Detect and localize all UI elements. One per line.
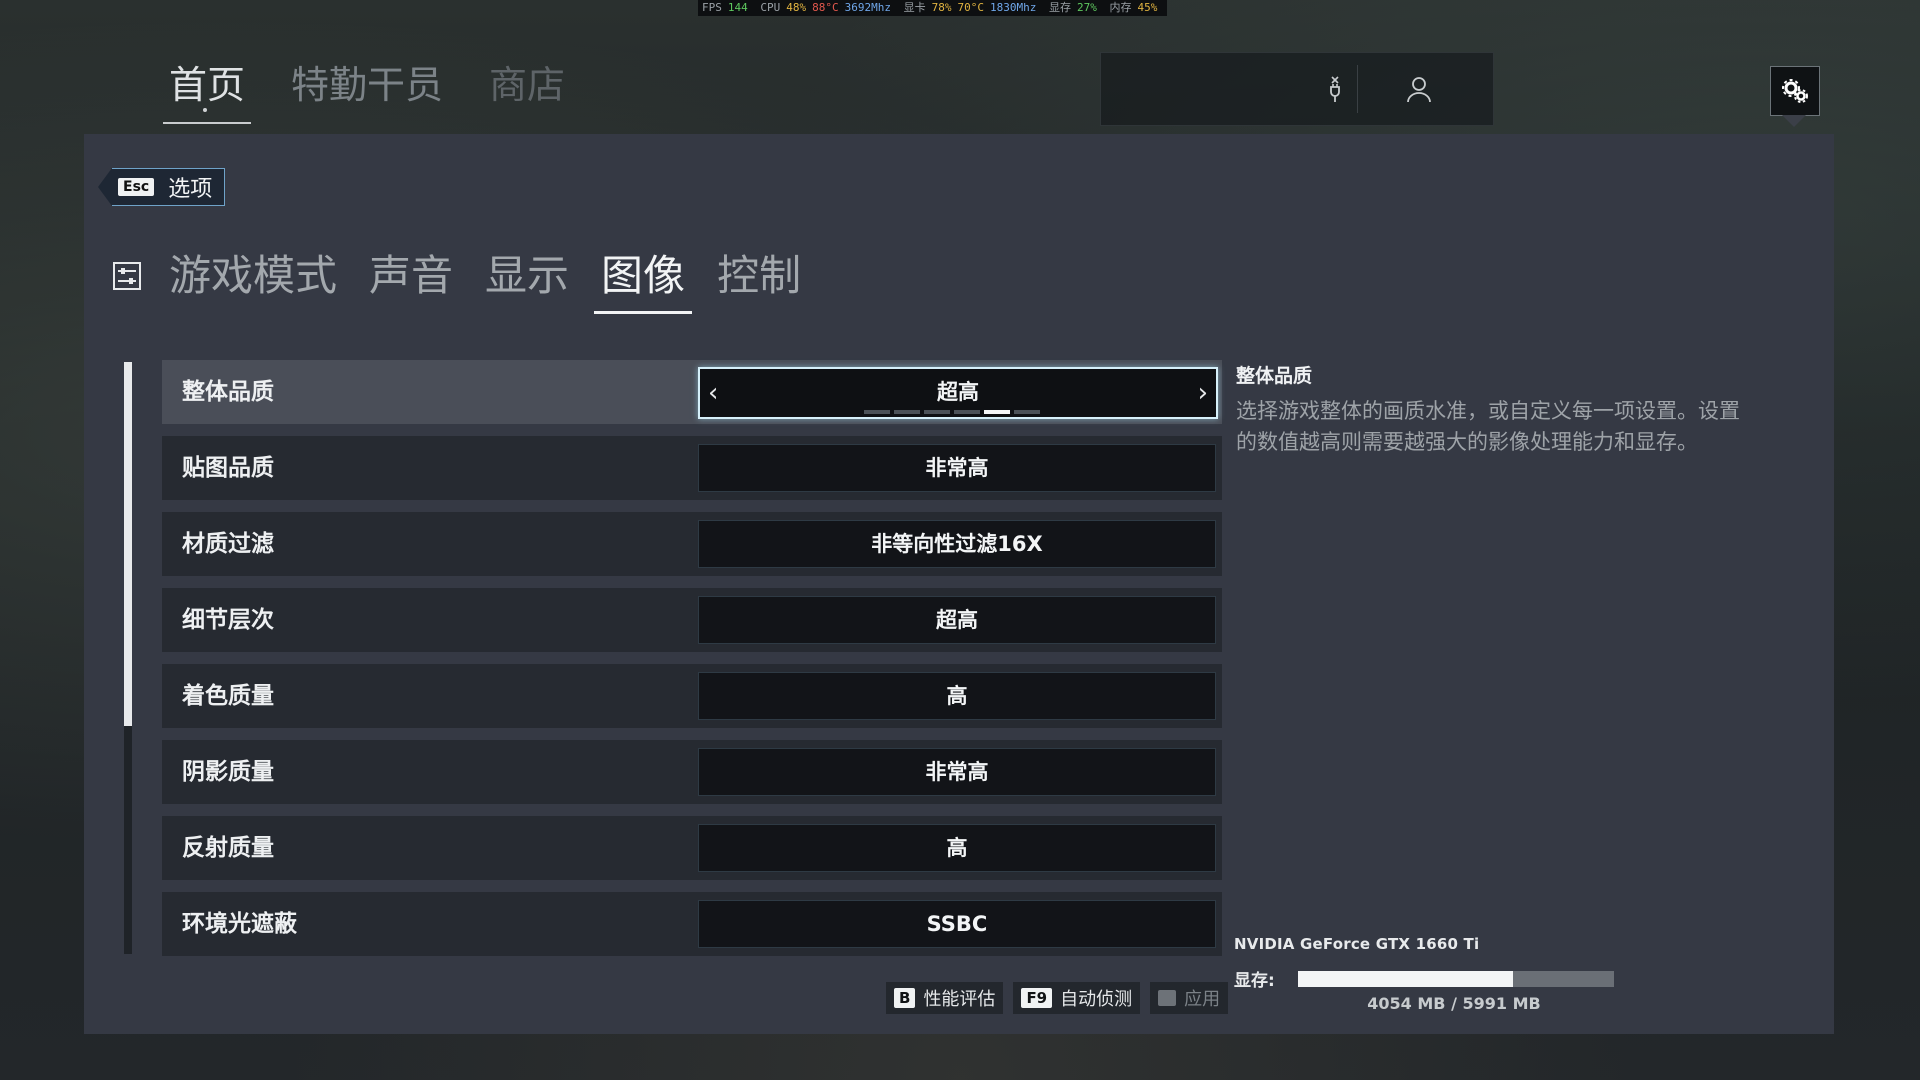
esc-key: Esc (118, 178, 155, 196)
auto-detect-label: 自动侦测 (1060, 989, 1133, 1010)
nav-home[interactable]: 首页 (162, 58, 252, 124)
vram-text: 4054 MB / 5991 MB (1367, 994, 1541, 1013)
user-icon[interactable] (1401, 71, 1437, 107)
back-label: 选项 (168, 177, 213, 202)
cpu-label: CPU (760, 1, 781, 14)
vram-label: 显存 (1048, 1, 1071, 14)
setting-row-ambient-occlusion[interactable]: 环境光遮蔽 SSBC (162, 892, 1222, 956)
setting-value: 超高 (937, 380, 979, 404)
setting-label: 着色质量 (182, 683, 274, 709)
setting-label: 材质过滤 (182, 531, 274, 557)
tab-controls[interactable]: 控制 (714, 248, 804, 304)
setting-row-overall-quality[interactable]: 整体品质 ‹ 超高 › (162, 360, 1222, 424)
key-b: B (894, 988, 916, 1008)
setting-value[interactable]: 高 (698, 672, 1216, 720)
vram-bar (1298, 970, 1614, 987)
gpu-clock: 1830Mhz (989, 1, 1037, 14)
back-button[interactable]: Esc 选项 (98, 168, 226, 206)
chevron-right-icon[interactable]: › (1198, 369, 1208, 417)
gear-pointer (1782, 115, 1806, 127)
tab-display[interactable]: 显示 (482, 248, 572, 304)
chevron-left-icon[interactable]: ‹ (708, 369, 718, 417)
setting-row-lod[interactable]: 细节层次 超高 (162, 588, 1222, 652)
gpu-name: NVIDIA GeForce GTX 1660 Ti (1234, 935, 1480, 953)
gpu-info: NVIDIA GeForce GTX 1660 Ti (1234, 935, 1479, 953)
options-tabs: 游戏模式 声音 显示 图像 控制 (112, 248, 804, 314)
auto-detect-button[interactable]: F9 自动侦测 (1013, 982, 1141, 1014)
level-pip (924, 410, 950, 414)
fps-value: 144 (727, 1, 748, 14)
vram-usage: 27% (1076, 1, 1097, 14)
settings-scrollbar[interactable] (124, 362, 132, 954)
description-title: 整体品质 (1236, 365, 1313, 387)
back-arrow (98, 168, 112, 206)
cpu-clock: 3692Mhz (844, 1, 891, 14)
top-toolbox (1100, 52, 1494, 126)
gpu-temp: 70°C (957, 1, 984, 14)
cpu-temp: 88°C (812, 1, 839, 14)
action-bar: B 性能评估 F9 自动侦测 应用 (886, 982, 1229, 1014)
setting-row-shading-quality[interactable]: 着色质量 高 (162, 664, 1222, 728)
level-pip (864, 410, 890, 414)
sliders-icon (112, 261, 142, 291)
gpu-label: 显卡 (903, 1, 926, 14)
vram-label: 显存: (1234, 971, 1275, 991)
setting-value[interactable]: SSBC (698, 900, 1216, 948)
level-pip (954, 410, 980, 414)
nav-operators[interactable]: 特勤干员 (287, 58, 447, 112)
ram-label: 内存 (1109, 1, 1132, 14)
setting-label: 环境光遮蔽 (182, 911, 297, 937)
apply-key-icon (1158, 990, 1177, 1006)
benchmark-button[interactable]: B 性能评估 (886, 982, 1004, 1014)
setting-row-reflection-quality[interactable]: 反射质量 高 (162, 816, 1222, 880)
ram-usage: 45% (1137, 1, 1158, 14)
options-tab-list: 游戏模式 声音 显示 图像 控制 (166, 248, 804, 314)
top-navigation: 首页 特勤干员 商店 (162, 58, 569, 124)
description-text: 选择游戏整体的画质水准，或自定义每一项设置。设置的数值越高则需要越强大的影像处理… (1236, 399, 1740, 454)
settings-list: 整体品质 ‹ 超高 › 贴图品质 非常高 材质过滤 非等向性过滤16X 细节层次… (162, 360, 1222, 968)
plug-icon[interactable] (1317, 71, 1353, 107)
plug-icon-svg (1330, 76, 1340, 102)
setting-value-selector[interactable]: ‹ 超高 › (698, 367, 1218, 419)
scrollbar-thumb[interactable] (124, 362, 132, 726)
level-pip-active (984, 410, 1010, 414)
setting-row-texture-quality[interactable]: 贴图品质 非常高 (162, 436, 1222, 500)
setting-value[interactable]: 非等向性过滤16X (698, 520, 1216, 568)
toolbox-divider (1357, 65, 1358, 113)
level-pip (1014, 410, 1040, 414)
setting-value[interactable]: 非常高 (698, 444, 1216, 492)
setting-label: 贴图品质 (182, 455, 274, 481)
setting-value[interactable]: 超高 (698, 596, 1216, 644)
apply-label: 应用 (1184, 989, 1221, 1010)
benchmark-label: 性能评估 (923, 989, 996, 1010)
tab-audio[interactable]: 声音 (366, 248, 456, 304)
nav-store[interactable]: 商店 (485, 58, 569, 112)
quality-level-indicator (864, 410, 1040, 414)
setting-label: 反射质量 (182, 835, 274, 861)
gpu-usage: 78% (931, 1, 952, 14)
vram-usage-meter: 显存: (1234, 966, 1614, 991)
key-f9: F9 (1021, 988, 1053, 1008)
level-pip (894, 410, 920, 414)
user-icon-svg (1407, 77, 1431, 103)
back-button-body: Esc 选项 (112, 168, 226, 206)
performance-overlay: FPS 144 CPU 48% 88°C 3692Mhz 显卡 78% 70°C 1830Mh… (698, 0, 1168, 16)
setting-label: 阴影质量 (182, 759, 274, 785)
setting-description-panel: 整体品质 选择游戏整体的画质水准，或自定义每一项设置。设置的数值越高则需要越强大… (1236, 360, 1756, 458)
setting-value[interactable]: 高 (698, 824, 1216, 872)
setting-label: 整体品质 (182, 379, 274, 405)
setting-row-texture-filtering[interactable]: 材质过滤 非等向性过滤16X (162, 512, 1222, 576)
settings-gear-button[interactable] (1770, 66, 1820, 116)
tab-game-mode[interactable]: 游戏模式 (166, 248, 340, 304)
gears-icon (1782, 79, 1808, 103)
setting-label: 细节层次 (182, 607, 274, 633)
cpu-usage: 48% (786, 1, 807, 14)
vram-bar-fill (1298, 970, 1513, 987)
fps-label: FPS (702, 1, 722, 14)
sliders-icon-svg (113, 262, 141, 290)
tab-graphics[interactable]: 图像 (594, 248, 693, 314)
setting-row-shadow-quality[interactable]: 阴影质量 非常高 (162, 740, 1222, 804)
setting-value[interactable]: 非常高 (698, 748, 1216, 796)
apply-button[interactable]: 应用 (1150, 982, 1229, 1014)
